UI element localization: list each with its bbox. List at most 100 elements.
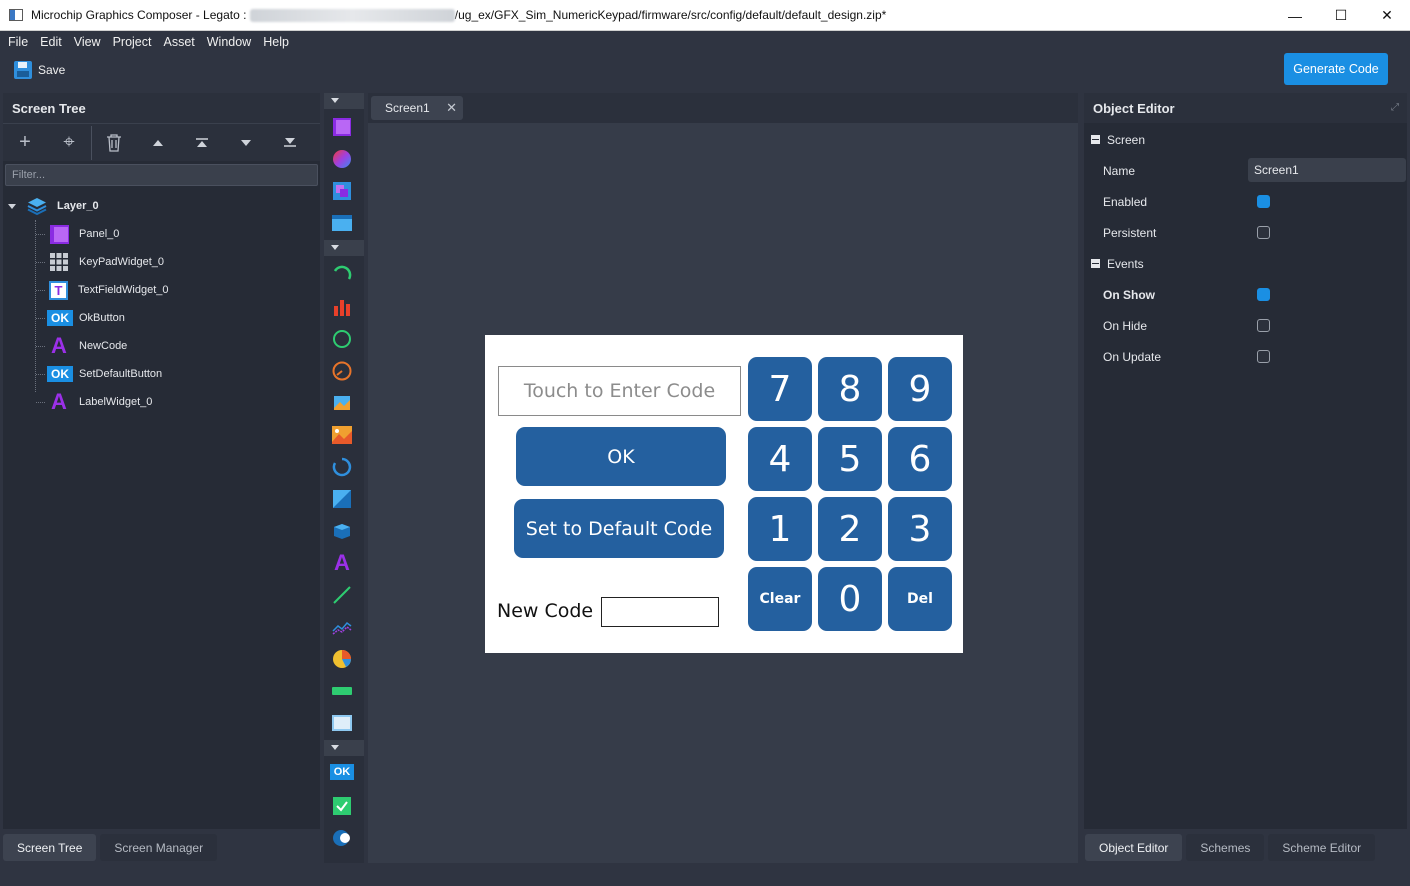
button-widget-icon[interactable]: OK	[330, 764, 354, 780]
image-sequence-widget-icon[interactable]	[332, 393, 352, 413]
maximize-button[interactable]: ☐	[1318, 0, 1364, 31]
collapse-icon[interactable]	[1091, 259, 1100, 268]
screen-tree-toolbar: + ⌖	[3, 123, 320, 161]
new-code-value-field[interactable]	[601, 597, 719, 627]
tab-schemes[interactable]: Schemes	[1186, 834, 1265, 861]
prop-persistent-label: Persistent	[1103, 225, 1157, 240]
palette-section-toggle[interactable]	[324, 93, 364, 109]
tree-row-okbutton[interactable]: OK OkButton	[3, 304, 320, 332]
move-bottom-icon[interactable]	[268, 124, 312, 162]
code-text-field[interactable]: Touch to Enter Code	[498, 366, 741, 416]
keypad-key-4[interactable]: 4	[748, 427, 812, 491]
expand-panel-icon[interactable]: ⤢	[1391, 102, 1399, 113]
bar-graph-widget-icon[interactable]	[332, 297, 352, 317]
menu-window[interactable]: Window	[201, 35, 257, 49]
on-show-checkbox[interactable]	[1257, 288, 1270, 301]
add-icon[interactable]: +	[3, 124, 47, 162]
menu-asset[interactable]: Asset	[157, 35, 200, 49]
menu-view[interactable]: View	[68, 35, 107, 49]
palette-section-toggle[interactable]	[324, 240, 364, 256]
expand-caret-icon[interactable]	[8, 203, 16, 209]
progress-bar-widget-icon[interactable]	[332, 681, 352, 701]
tab-screen-manager[interactable]: Screen Manager	[100, 834, 218, 861]
image-widget-icon[interactable]	[332, 425, 352, 445]
group-events[interactable]: Events	[1084, 248, 1407, 279]
minimize-button[interactable]: —	[1272, 0, 1318, 31]
window-widget-icon[interactable]	[332, 213, 352, 233]
textfield-icon: T	[49, 280, 68, 300]
palette-section-toggle[interactable]	[324, 740, 364, 756]
keypad-key-1[interactable]: 1	[748, 497, 812, 561]
tab-screen1[interactable]: Screen1 ✕	[371, 96, 463, 120]
menu-edit[interactable]: Edit	[34, 35, 68, 49]
keypad-key-3[interactable]: 3	[888, 497, 952, 561]
group-screen[interactable]: Screen	[1084, 124, 1407, 155]
move-up-icon[interactable]	[136, 124, 180, 162]
keypad-key-6[interactable]: 6	[888, 427, 952, 491]
tree-label-keypad: KeyPadWidget_0	[79, 256, 164, 268]
generate-code-button[interactable]: Generate Code	[1284, 53, 1388, 85]
pie-chart-widget-icon[interactable]	[332, 649, 352, 669]
arc-widget-icon[interactable]	[332, 265, 352, 285]
keypad-key-clear[interactable]: Clear	[748, 567, 812, 631]
keypad-key-9[interactable]: 9	[888, 357, 952, 421]
keypad-key-5[interactable]: 5	[818, 427, 882, 491]
menu-file[interactable]: File	[0, 35, 34, 49]
tree-row-layer[interactable]: Layer_0	[3, 192, 320, 220]
move-down-icon[interactable]	[224, 124, 268, 162]
label-widget-icon[interactable]: A	[332, 550, 352, 575]
main-toolbar: Save Generate Code	[0, 52, 1410, 90]
line-widget-icon[interactable]	[332, 585, 352, 605]
scroll-bar-widget-icon[interactable]	[332, 713, 352, 733]
gauge-widget-icon[interactable]	[332, 361, 352, 381]
group-widget-icon[interactable]	[332, 181, 352, 201]
circle-widget-icon[interactable]	[332, 329, 352, 349]
progress-circle-widget-icon[interactable]	[332, 457, 352, 477]
button-icon: OK	[47, 310, 73, 326]
set-default-button[interactable]: Set to Default Code	[514, 499, 724, 558]
window-title-suffix: /ug_ex/GFX_Sim_NumericKeypad/firmware/sr…	[454, 7, 887, 22]
ok-button[interactable]: OK	[516, 427, 726, 486]
persistent-checkbox[interactable]	[1257, 226, 1270, 239]
keypad-key-7[interactable]: 7	[748, 357, 812, 421]
tab-scheme-editor[interactable]: Scheme Editor	[1268, 834, 1376, 861]
design-canvas-screen[interactable]: Touch to Enter Code OK Set to Default Co…	[485, 335, 963, 653]
checkbox-widget-icon[interactable]	[332, 796, 352, 816]
on-update-checkbox[interactable]	[1257, 350, 1270, 363]
gradient-widget-icon[interactable]	[332, 149, 352, 169]
tab-object-editor[interactable]: Object Editor	[1085, 834, 1183, 861]
trash-icon[interactable]	[92, 124, 136, 162]
rectangle-widget-icon[interactable]	[332, 489, 352, 509]
tab-screen-tree[interactable]: Screen Tree	[3, 834, 97, 861]
save-button[interactable]: Save	[14, 59, 65, 81]
panel-widget-icon[interactable]	[332, 117, 352, 137]
tree-row-keypad[interactable]: KeyPadWidget_0	[3, 248, 320, 276]
object-editor-panel: Object Editor ⤢ Screen Name Screen1 Enab…	[1084, 93, 1407, 829]
line-graph-widget-icon[interactable]	[332, 617, 352, 637]
tree-label-panel: Panel_0	[79, 228, 120, 240]
prop-name-label: Name	[1103, 163, 1136, 178]
on-hide-checkbox[interactable]	[1257, 319, 1270, 332]
name-input[interactable]: Screen1	[1248, 158, 1406, 182]
tree-row-labelwidget[interactable]: A LabelWidget_0	[3, 388, 320, 416]
move-top-icon[interactable]	[180, 124, 224, 162]
keypad-key-0[interactable]: 0	[818, 567, 882, 631]
radio-button-widget-icon[interactable]	[332, 828, 352, 848]
3d-box-widget-icon[interactable]	[332, 521, 352, 541]
close-button[interactable]: ✕	[1364, 0, 1410, 31]
menu-help[interactable]: Help	[257, 35, 295, 49]
keypad-key-8[interactable]: 8	[818, 357, 882, 421]
target-icon[interactable]: ⌖	[47, 124, 91, 162]
collapse-icon[interactable]	[1091, 135, 1100, 144]
menu-project[interactable]: Project	[107, 35, 158, 49]
tree-row-panel[interactable]: Panel_0	[3, 220, 320, 248]
tree-row-textfield[interactable]: T TextFieldWidget_0	[3, 276, 320, 304]
tree-row-setdefault[interactable]: OK SetDefaultButton	[3, 360, 320, 388]
keypad-key-del[interactable]: Del	[888, 567, 952, 631]
enabled-checkbox[interactable]	[1257, 195, 1270, 208]
tree-label-labelwidget: LabelWidget_0	[79, 396, 153, 408]
keypad-key-2[interactable]: 2	[818, 497, 882, 561]
tree-row-newcode[interactable]: A NewCode	[3, 332, 320, 360]
tree-filter-input[interactable]: Filter...	[5, 164, 318, 186]
close-tab-icon[interactable]: ✕	[446, 100, 457, 116]
